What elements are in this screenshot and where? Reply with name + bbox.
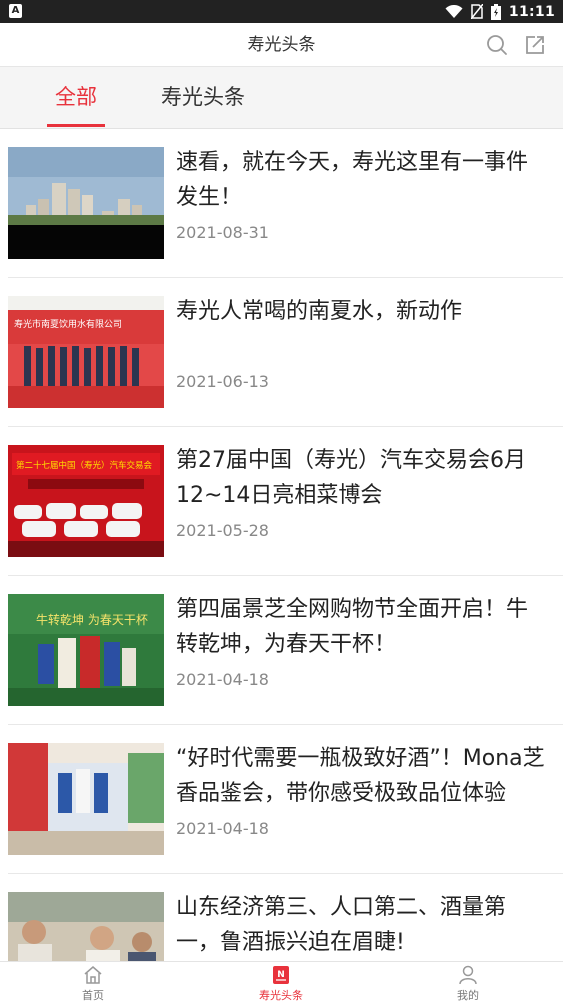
article-thumbnail	[8, 147, 164, 259]
home-icon	[84, 966, 102, 984]
thumbnail-poster-text: 第二十七届中国（寿光）汽车交易会	[16, 460, 153, 471]
status-bar: A 11:11	[0, 0, 563, 23]
ceremony-image: 寿光市南夏饮用水有限公司	[8, 296, 164, 408]
active-tab-indicator	[47, 124, 105, 127]
liquor-promo-image: 牛转乾坤 为春天干杯	[8, 594, 164, 706]
article-date: 2021-08-31	[176, 223, 269, 242]
article-item[interactable]: 山东经济第三、人口第二、酒量第一，鲁酒振兴迫在眉睫!	[8, 874, 563, 961]
battery-icon	[490, 3, 501, 20]
tab-all[interactable]: 全部	[55, 67, 97, 129]
news-icon: N	[273, 966, 289, 984]
article-item[interactable]: 第二十七届中国（寿光）汽车交易会 第27届中国（寿光）汽车交易会6月12~14日…	[8, 427, 563, 576]
wifi-icon	[445, 4, 463, 18]
no-sim-icon	[470, 4, 483, 19]
article-item[interactable]: 速看，就在今天，寿光这里有一事件发生！ 2021-08-31	[8, 129, 563, 278]
article-date: 2021-04-18	[176, 670, 269, 689]
article-thumbnail	[8, 892, 164, 961]
article-title[interactable]: 山东经济第三、人口第二、酒量第一，鲁酒振兴迫在眉睫!	[176, 890, 546, 960]
article-date: 2021-05-28	[176, 521, 269, 540]
nav-home[interactable]: 首页	[33, 962, 153, 1003]
article-thumbnail: 牛转乾坤 为春天干杯	[8, 594, 164, 706]
thumbnail-slogan-text: 牛转乾坤 为春天干杯	[36, 612, 148, 627]
page-title: 寿光头条	[247, 35, 316, 55]
thumbnail-banner-text: 寿光市南夏饮用水有限公司	[14, 318, 122, 330]
article-title[interactable]: 速看，就在今天，寿光这里有一事件发生！	[176, 145, 546, 215]
nav-label: 寿光头条	[259, 989, 303, 1002]
people-photo-image	[8, 892, 164, 961]
nav-label: 首页	[82, 989, 104, 1002]
category-tabs: 全部 寿光头条	[0, 67, 563, 129]
nav-profile[interactable]: 我的	[408, 962, 528, 1003]
article-date: 2021-06-13	[176, 372, 269, 391]
article-thumbnail	[8, 743, 164, 855]
article-title[interactable]: 寿光人常喝的南夏水，新动作	[176, 294, 546, 329]
article-title[interactable]: “好时代需要一瓶极致好酒”！Mona芝香品鉴会，带你感受极致品位体验	[176, 741, 546, 811]
bottom-navigation: 首页 N 寿光头条 我的	[0, 961, 563, 1002]
city-skyline-image	[8, 147, 164, 259]
app-notification-icon: A	[9, 4, 22, 18]
nav-news[interactable]: N 寿光头条	[221, 962, 341, 1003]
article-list[interactable]: 速看，就在今天，寿光这里有一事件发生！ 2021-08-31 寿光市南夏饮用水有…	[0, 129, 563, 961]
svg-text:N: N	[277, 970, 285, 980]
profile-icon	[459, 965, 477, 985]
article-item[interactable]: 寿光市南夏饮用水有限公司 寿光人常喝的南夏水，新动作 2021-06-13	[8, 278, 563, 427]
article-thumbnail: 第二十七届中国（寿光）汽车交易会	[8, 445, 164, 557]
clock: 11:11	[508, 3, 555, 20]
tab-shouguang-headlines[interactable]: 寿光头条	[161, 67, 245, 129]
article-thumbnail: 寿光市南夏饮用水有限公司	[8, 296, 164, 408]
article-date: 2021-04-18	[176, 819, 269, 838]
article-item[interactable]: 牛转乾坤 为春天干杯 第四届景芝全网购物节全面开启！牛转乾坤，为春天干杯！ 20…	[8, 576, 563, 725]
article-title[interactable]: 第27届中国（寿光）汽车交易会6月12~14日亮相菜博会	[176, 443, 546, 513]
car-expo-image: 第二十七届中国（寿光）汽车交易会	[8, 445, 164, 557]
app-header: 寿光头条	[0, 23, 563, 67]
tasting-event-image	[8, 743, 164, 855]
search-icon[interactable]	[485, 33, 509, 57]
nav-label: 我的	[457, 989, 479, 1002]
article-item[interactable]: “好时代需要一瓶极致好酒”！Mona芝香品鉴会，带你感受极致品位体验 2021-…	[8, 725, 563, 874]
article-title[interactable]: 第四届景芝全网购物节全面开启！牛转乾坤，为春天干杯！	[176, 592, 546, 662]
share-icon[interactable]	[523, 33, 547, 57]
